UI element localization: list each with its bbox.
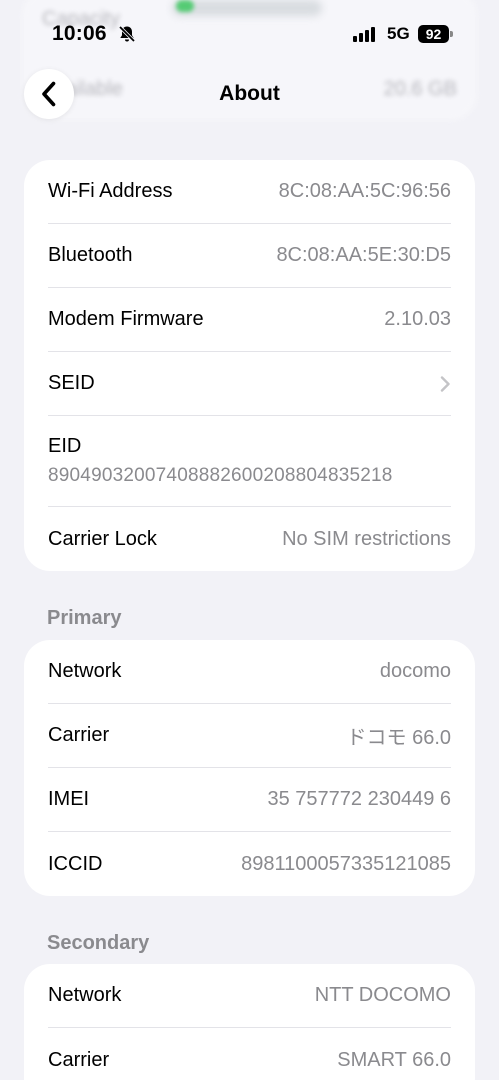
row-network[interactable]: Network NTT DOCOMO [48, 964, 451, 1028]
row-carrier-lock[interactable]: Carrier Lock No SIM restrictions [48, 507, 451, 571]
row-label: Wi-Fi Address [48, 180, 173, 202]
battery-level: 92 [425, 26, 442, 42]
primary-sim-card: Network docomo Carrier ドコモ 66.0 IMEI 35 … [24, 640, 475, 896]
about-screen: Capacity Available 20.6 GB 10:06 5G 92 A… [0, 0, 499, 1080]
row-carrier[interactable]: Carrier ドコモ 66.0 [48, 704, 451, 768]
row-label: ICCID [48, 852, 103, 875]
cellular-signal-icon [353, 26, 375, 42]
row-label: Carrier [48, 724, 110, 746]
row-label: SEID [48, 372, 95, 394]
row-wifi-address[interactable]: Wi-Fi Address 8C:08:AA:5C:96:56 [48, 160, 451, 224]
row-imei[interactable]: IMEI 35 757772 230449 6 [48, 768, 451, 832]
status-time: 10:06 [52, 22, 107, 45]
network-type: 5G [387, 24, 410, 43]
row-label: Carrier [48, 1048, 110, 1071]
row-value: 2.10.03 [384, 308, 451, 330]
row-network[interactable]: Network docomo [48, 640, 451, 704]
row-value: 89049032007408882600208804835218 [48, 465, 393, 486]
battery-icon: 92 [418, 25, 449, 43]
row-iccid[interactable]: ICCID 8981100057335121085 [48, 832, 451, 896]
row-label: EID [48, 435, 82, 457]
row-value: No SIM restrictions [282, 527, 451, 550]
row-value: 35 757772 230449 6 [267, 788, 451, 810]
row-value: SMART 66.0 [337, 1048, 451, 1071]
status-bar: 10:06 5G 92 [0, 0, 499, 64]
row-value: NTT DOCOMO [314, 984, 451, 1006]
row-label: Bluetooth [48, 244, 133, 266]
row-bluetooth[interactable]: Bluetooth 8C:08:AA:5E:30:D5 [48, 224, 451, 288]
section-header-secondary: Secondary [47, 932, 150, 954]
row-value: ドコモ 66.0 [346, 727, 451, 749]
row-label: Network [48, 660, 122, 682]
row-seid[interactable]: SEID [48, 352, 451, 416]
row-label: IMEI [48, 788, 90, 810]
device-info-card: Wi-Fi Address 8C:08:AA:5C:96:56 Bluetoot… [24, 160, 475, 571]
row-label: Network [48, 984, 122, 1006]
row-value: 8981100057335121085 [241, 852, 451, 875]
row-label: Carrier Lock [48, 527, 157, 550]
row-value: 8C:08:AA:5E:30:D5 [276, 244, 451, 266]
row-value: 8C:08:AA:5C:96:56 [278, 180, 451, 202]
page-title: About [219, 82, 280, 105]
secondary-sim-card: Network NTT DOCOMO Carrier SMART 66.0 [24, 964, 475, 1080]
row-modem-firmware[interactable]: Modem Firmware 2.10.03 [48, 288, 451, 352]
row-eid[interactable]: EID 89049032007408882600208804835218 [48, 416, 451, 507]
row-carrier[interactable]: Carrier SMART 66.0 [48, 1028, 451, 1080]
chevron-right-icon [440, 375, 450, 392]
battery-tip [450, 31, 453, 37]
section-header-primary: Primary [47, 607, 122, 629]
row-label: Modem Firmware [48, 308, 204, 330]
silent-mode-icon [118, 25, 136, 43]
row-value: docomo [379, 660, 451, 682]
